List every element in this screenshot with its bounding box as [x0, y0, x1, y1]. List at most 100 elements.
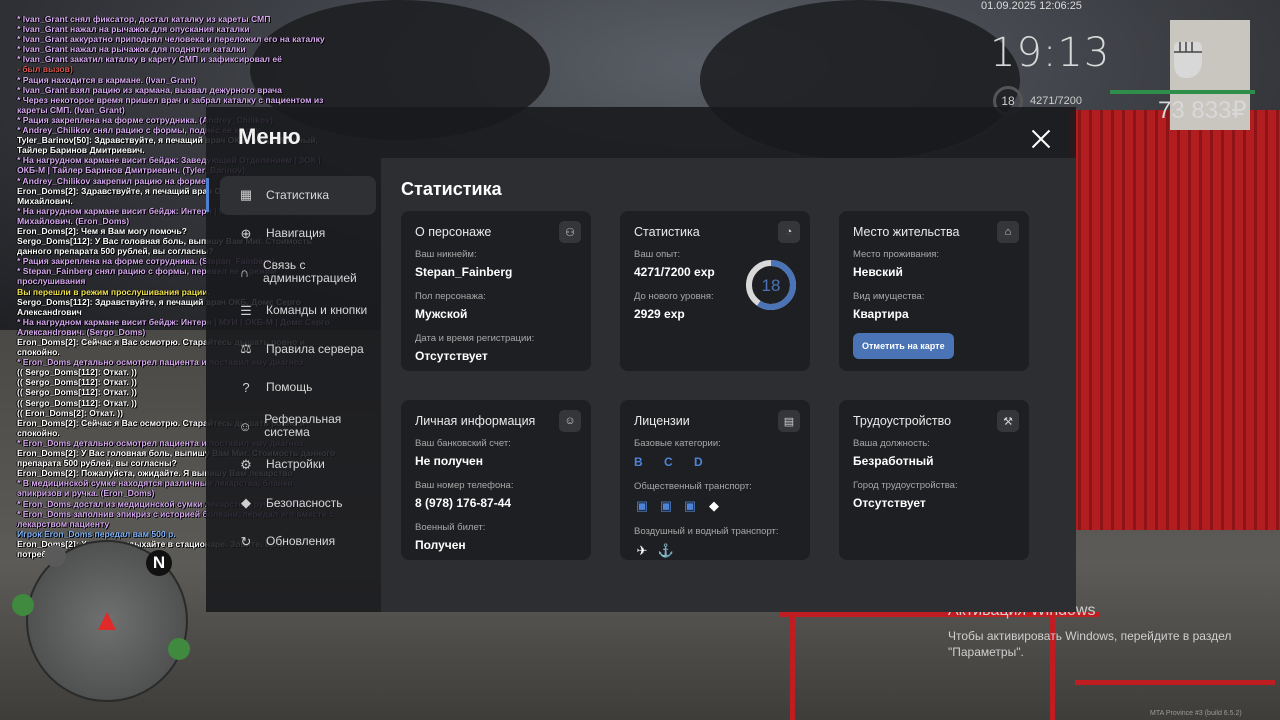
air-water-icons: ✈ ⚓: [634, 543, 796, 559]
air-label: Воздушный и водный транспорт:: [634, 526, 779, 537]
sidebar-item-label: Связь с администрацией: [262, 258, 357, 286]
trolleybus-icon: ▣: [659, 498, 673, 513]
position-label: Ваша должность:: [853, 438, 930, 449]
license-categories: B C D: [634, 455, 712, 469]
stats-title: Статистика: [401, 179, 502, 199]
public-transport-icons: ▣ ▣ ▣ ◆: [634, 498, 796, 514]
sidebar-item-label: Настройки: [266, 457, 325, 472]
card-header: Личная информация: [415, 414, 536, 428]
sidebar-item-label: Статистика: [266, 187, 330, 202]
sidebar-item[interactable]: ▦ Статистика: [206, 176, 376, 215]
card-licenses: Лицензии ▤ Базовые категории: B C D Обще…: [620, 400, 810, 560]
card-header: Место жительства: [853, 225, 960, 239]
city-value: Отсутствует: [853, 496, 926, 510]
nick-value: Stepan_Fainberg: [415, 265, 513, 279]
place-value: Невский: [853, 265, 903, 279]
sidebar-item[interactable]: ☰ Команды и кнопки: [220, 292, 376, 331]
close-button[interactable]: [1030, 128, 1052, 150]
sidebar-item-label: Обновления: [266, 534, 336, 549]
railing: [790, 612, 795, 720]
home-icon: ⌂: [997, 221, 1019, 243]
chat-line: * Ivan_Grant закатил каталку в карету СМ…: [17, 54, 282, 65]
player-marker-icon: [98, 612, 116, 630]
sidebar-item[interactable]: ∩ Связь с администрацией: [220, 253, 376, 292]
public-label: Общественный транспорт:: [634, 481, 752, 492]
scales-icon: ⚖: [240, 341, 252, 357]
hud-datetime: 01.09.2025 12:06:25: [981, 0, 1082, 12]
level-progress-ring: 18: [746, 260, 796, 310]
property-value: Квартира: [853, 307, 909, 321]
shield-icon: ◆: [241, 495, 251, 511]
users-icon: ☺: [238, 418, 252, 434]
plane-icon: ✈: [636, 543, 648, 558]
card-job: Трудоустройство ⚒ Ваша должность: Безраб…: [839, 400, 1029, 560]
sidebar-item-label: Правила сервера: [266, 341, 364, 356]
card-header: Лицензии: [634, 414, 690, 428]
sidebar-item[interactable]: ☺ Реферальная система: [220, 407, 376, 446]
red-building: [1070, 110, 1280, 530]
chart-icon: ▦: [239, 187, 253, 203]
position-value: Безработный: [853, 454, 934, 468]
nick-label: Ваш никнейм:: [415, 249, 477, 260]
card-statistics: Статистика ◔ Ваш опыт: 4271/7200 exp До …: [620, 211, 810, 371]
mark-on-map-button[interactable]: Отметить на карте: [853, 333, 954, 359]
boat-icon: ⚓: [657, 543, 675, 558]
metro-icon: ◆: [709, 498, 719, 513]
north-icon: N: [146, 550, 172, 576]
smile-icon: ☺: [559, 410, 581, 432]
sidebar-item[interactable]: ⚖ Правила сервера: [220, 330, 376, 369]
bank-label: Ваш банковский счет:: [415, 438, 511, 449]
hud-health-bar: [1110, 90, 1255, 94]
list-icon: ☰: [240, 302, 252, 318]
reg-value: Отсутствует: [415, 349, 488, 363]
sidebar-item[interactable]: ⊕ Навигация: [220, 215, 376, 254]
update-icon: ↻: [240, 533, 252, 549]
activation-text: Чтобы активировать Windows, перейдите в …: [948, 629, 1232, 659]
sidebar-item-label: Команды и кнопки: [266, 303, 368, 318]
military-label: Военный билет:: [415, 522, 486, 533]
sidebar-item-label: Помощь: [266, 380, 313, 395]
headset-icon: ∩: [239, 264, 250, 280]
menu-title: Меню: [238, 124, 301, 149]
base-label: Базовые категории:: [634, 438, 721, 449]
bus-icon: ▣: [635, 498, 649, 513]
card-header: О персонаже: [415, 225, 492, 239]
car-icon: [168, 638, 190, 660]
railing: [1075, 680, 1275, 685]
city-label: Город трудоустройства:: [853, 480, 958, 491]
reg-label: Дата и время регистрации:: [415, 333, 535, 344]
chat-line: * Ivan_Grant нажал на рычажок для поднят…: [17, 44, 246, 55]
hud-money: 73 833₽: [1158, 97, 1247, 124]
chat-line: - был вызов): [17, 64, 73, 75]
help-icon: ?: [242, 380, 250, 396]
sidebar-item-label: Навигация: [266, 226, 326, 241]
sidebar-item[interactable]: ↻ Обновления: [220, 523, 376, 562]
phone-label: Ваш номер телефона:: [415, 480, 514, 491]
fist-icon: [1174, 42, 1202, 78]
bank-icon: [12, 594, 34, 616]
phone-value: 8 (978) 176-87-44: [415, 496, 512, 510]
sidebar-item-label: Реферальная система: [264, 412, 342, 440]
bank-value: Не получен: [415, 454, 483, 468]
gear-icon: ⚙: [240, 456, 252, 472]
gender-value: Мужской: [415, 307, 468, 321]
sidebar-item-label: Безопасность: [266, 495, 343, 510]
sidebar-item[interactable]: ◆ Безопасность: [220, 484, 376, 523]
location-pin-icon: [44, 545, 66, 567]
card-residence: Место жительства ⌂ Место проживания: Нев…: [839, 211, 1029, 371]
chat-line: * Ivan_Grant аккуратно приподнял человек…: [17, 34, 325, 45]
hud-exp: 4271/7200: [1030, 95, 1082, 107]
gender-label: Пол персонажа:: [415, 291, 486, 302]
card-header: Трудоустройство: [853, 414, 952, 428]
card-header: Статистика: [634, 225, 700, 239]
sidebar-item[interactable]: ? Помощь: [220, 369, 376, 408]
place-label: Место проживания:: [853, 249, 940, 260]
hud-clock: 19:13: [990, 30, 1111, 76]
pie-chart-icon: ◔: [778, 221, 800, 243]
sidebar: ▦ Статистика ⊕ Навигация ∩ Связь с администра…: [206, 176, 376, 562]
level-value: 18: [762, 276, 781, 295]
military-value: Получен: [415, 538, 466, 552]
sidebar-item[interactable]: ⚙ Настройки: [220, 446, 376, 485]
hammer-icon: ⚒: [997, 410, 1019, 432]
card-persona: О персонаже ⚇ Ваш никнейм: Stepan_Fainbe…: [401, 211, 591, 371]
